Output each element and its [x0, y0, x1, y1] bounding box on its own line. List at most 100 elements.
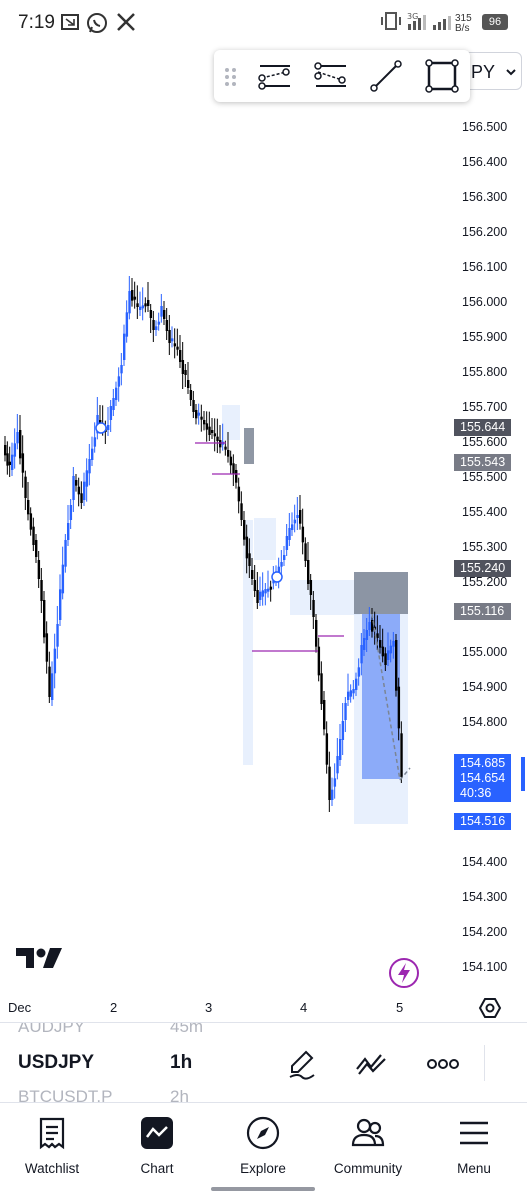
x-icon [117, 13, 135, 31]
candle-body [21, 453, 25, 473]
nav-community[interactable]: Community [318, 1109, 418, 1179]
candle-body [125, 312, 129, 337]
candle-body [59, 589, 62, 620]
regression-trend-icon[interactable] [312, 58, 348, 94]
more-icon[interactable] [426, 1047, 460, 1081]
candle-body [283, 555, 286, 560]
candle-body [336, 756, 339, 774]
candle-body [347, 691, 350, 700]
watchlist-icon [39, 1117, 65, 1150]
candle-body [205, 423, 209, 430]
whatsapp-icon [87, 13, 107, 33]
candle-body [184, 370, 187, 375]
candle-body [208, 426, 211, 435]
trend-line-icon[interactable] [368, 58, 404, 94]
candle-body [61, 564, 65, 594]
nav-label: Community [333, 1161, 403, 1176]
price-axis-label: 156.200 [462, 225, 508, 239]
time-label: 5 [396, 1000, 404, 1015]
candle-body [35, 540, 38, 557]
candle-body [203, 420, 206, 425]
candle-body [168, 330, 171, 343]
candle-body [389, 645, 393, 654]
drag-handle-icon[interactable] [218, 58, 242, 94]
svg-text:3G: 3G [407, 12, 418, 21]
candle-body [392, 641, 395, 647]
candle-body [288, 528, 291, 540]
candle-body [29, 513, 33, 530]
zones-layer [222, 405, 408, 824]
price-axis-label: 156.500 [462, 120, 508, 134]
candlestick-chart[interactable] [0, 44, 527, 994]
price-zone [254, 518, 276, 560]
price-axis-label: 155.300 [462, 540, 508, 554]
candle-body [213, 433, 217, 437]
candle-body [4, 445, 7, 456]
current-timeframe[interactable]: 1h [170, 1052, 192, 1074]
chart-area[interactable]: 156.500 156.400 156.300 156.200 156.100 156.0… [0, 44, 527, 994]
price-axis-label: 156.400 [462, 155, 508, 169]
parallel-channel-icon[interactable] [256, 58, 292, 94]
battery-level: 96 [488, 16, 502, 28]
candle-body [91, 448, 94, 460]
signal-3g-icon: 3G [407, 12, 426, 30]
price-axis-label: 154.300 [462, 890, 508, 904]
candle-body [397, 686, 401, 729]
time-label: Dec [8, 1000, 32, 1015]
candle-body [320, 673, 323, 704]
nav-watchlist[interactable]: Watchlist [2, 1109, 102, 1179]
nav-label: Watchlist [24, 1161, 80, 1176]
candle-body [365, 630, 369, 640]
candle-body [88, 459, 91, 474]
candle-body [155, 326, 158, 330]
price-axis-label: 154.200 [462, 925, 508, 939]
next-symbol[interactable]: BTCUSDT.P 2h [18, 1087, 189, 1103]
current-symbol[interactable]: USDJPY [18, 1052, 94, 1074]
candle-body [344, 703, 347, 720]
signal-marker [271, 571, 283, 583]
candle-body [93, 437, 97, 447]
net-speed-unit: B/s [455, 23, 470, 34]
indicators-icon[interactable] [354, 1047, 388, 1081]
pen-icon[interactable] [286, 1047, 320, 1081]
screenshot-icon [61, 14, 79, 30]
current-price-marker [521, 757, 525, 792]
candle-body [24, 476, 27, 498]
strip-divider [484, 1045, 485, 1081]
price-zone [354, 572, 408, 614]
time-axis[interactable]: Dec 2 3 4 5 [0, 996, 527, 1022]
candle-body [368, 622, 371, 630]
symbol-chip[interactable]: PY [462, 52, 522, 90]
candle-body [75, 480, 78, 486]
candle-body [264, 589, 267, 594]
prev-symbol[interactable]: AUDJPY 45m [18, 1023, 203, 1037]
candle-body [219, 440, 222, 448]
nav-menu[interactable]: Menu [424, 1109, 524, 1179]
rectangle-icon[interactable] [424, 58, 460, 94]
candle-body [144, 303, 147, 307]
candle-body [331, 789, 334, 800]
nav-label: Menu [457, 1161, 491, 1176]
symbol-switcher[interactable]: AUDJPY 45m USDJPY 1h BTCUSDT.P 2h [0, 1022, 527, 1103]
compass-icon [246, 1116, 280, 1150]
nav-explore[interactable]: Explore [213, 1109, 313, 1179]
candle-body [240, 503, 243, 520]
chart-settings-icon[interactable] [478, 996, 502, 1020]
price-tag: 155.543 [454, 453, 511, 471]
candle-body [299, 510, 302, 524]
symbol-chip-text: PY [471, 62, 496, 82]
current-price-tag: 154.685 154.654 40:36 [454, 754, 511, 803]
candle-body [293, 519, 297, 524]
candle-body [280, 562, 283, 567]
candle-body [64, 540, 67, 567]
candle-body [200, 416, 203, 420]
lightning-icon[interactable] [388, 957, 420, 989]
status-time: 7:19 [18, 12, 55, 33]
candle-body [301, 526, 305, 543]
candle-body [16, 432, 19, 444]
candle-body [163, 310, 166, 319]
nav-chart[interactable]: Chart [107, 1109, 207, 1179]
price-tag: 155.116 [454, 603, 511, 621]
candle-body [117, 376, 121, 387]
candle-body [387, 650, 390, 660]
